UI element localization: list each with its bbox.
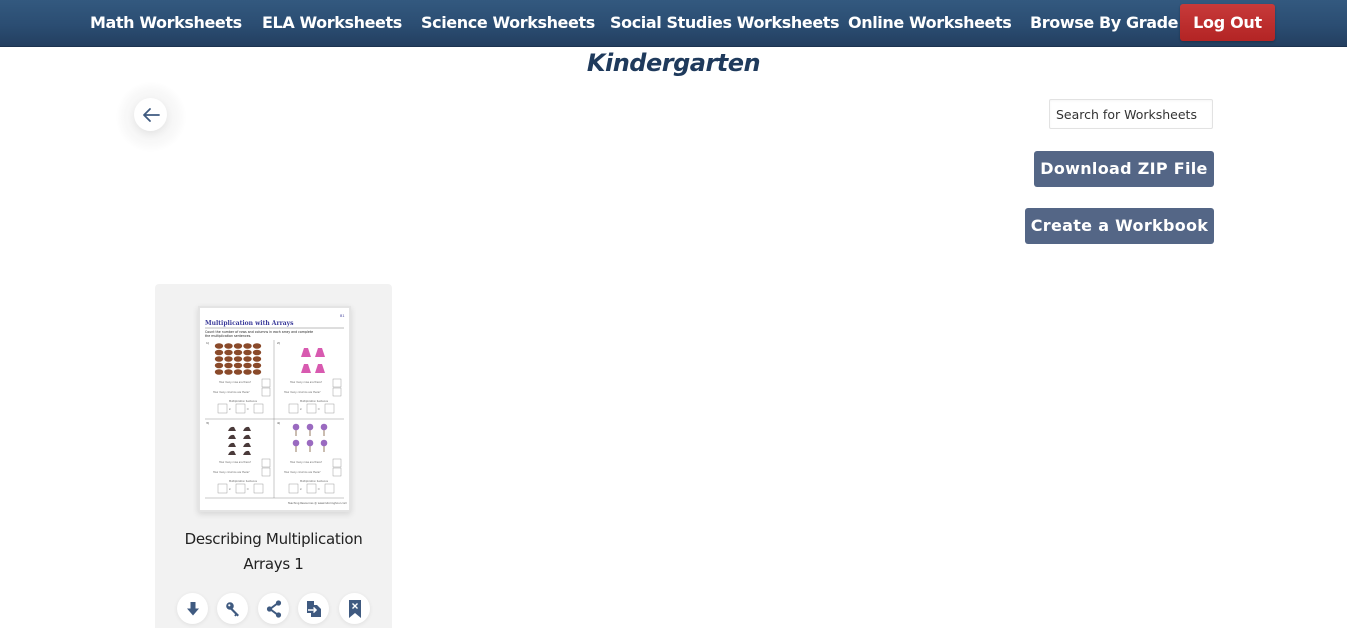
nav-math-worksheets[interactable]: Math Worksheets (90, 0, 242, 47)
nav-social-studies-worksheets[interactable]: Social Studies Worksheets (610, 0, 840, 47)
array-item (233, 343, 243, 349)
worksheet-title[interactable]: Describing Multiplication Arrays 1 (155, 527, 392, 577)
nav-online-worksheets[interactable]: Online Worksheets (848, 0, 1012, 47)
logout-button[interactable]: Log Out (1180, 4, 1275, 41)
array-item (233, 356, 243, 362)
worksheet-actions (177, 593, 377, 625)
download-zip-button[interactable]: Download ZIP File (1034, 151, 1214, 187)
array-item (214, 369, 224, 375)
array-item (243, 349, 252, 356)
sentence-label: Multiplication Sentence (229, 480, 258, 483)
problem-number: 3) (206, 421, 209, 425)
create-workbook-button[interactable]: Create a Workbook (1025, 208, 1214, 244)
array-item (306, 439, 314, 447)
sentence-label: Multiplication Sentence (300, 400, 329, 403)
problem-number: 4) (277, 421, 280, 425)
download-arrow-icon (186, 601, 199, 615)
sentence-label: Multiplication Sentence (229, 400, 258, 403)
sentence-label: Multiplication Sentence (300, 480, 329, 483)
array-item (320, 439, 328, 447)
array-item (224, 356, 233, 362)
rows-question: How many rows are there? (290, 461, 323, 464)
svg-text:B1: B1 (340, 314, 345, 318)
problem-number: 1) (206, 341, 209, 345)
key-icon (225, 601, 239, 616)
columns-question: How many columns are there? (213, 471, 250, 474)
assign-button[interactable] (298, 593, 329, 624)
array-item (243, 356, 252, 362)
columns-question: How many columns are there? (213, 391, 250, 394)
array-item (252, 343, 262, 349)
columns-question: How many columns are there? (284, 391, 321, 394)
file-export-icon (306, 600, 321, 617)
array-item (214, 343, 224, 349)
download-button[interactable] (177, 593, 208, 624)
nav-ela-worksheets[interactable]: ELA Worksheets (262, 0, 402, 47)
array-item (224, 369, 233, 375)
rows-question: How many rows are there? (290, 381, 323, 384)
array-item (214, 349, 224, 356)
back-button[interactable] (134, 98, 167, 131)
worksheet-card: B1 Multiplication with Arrays Count the … (155, 284, 392, 628)
array-item (252, 362, 262, 369)
page-title: Kindergarten (586, 49, 761, 77)
array-item (243, 369, 252, 375)
array-item (292, 423, 300, 431)
thumb-heading: Multiplication with Arrays (205, 320, 294, 327)
bookmark-remove-icon (348, 599, 361, 618)
nav-browse-by-grade[interactable]: Browse By Grade (1030, 0, 1179, 47)
array-item (252, 356, 262, 362)
array-item (243, 343, 252, 349)
answer-key-button[interactable] (217, 593, 248, 624)
rows-question: How many rows are there? (219, 461, 252, 464)
rows-question: How many rows are there? (219, 381, 252, 384)
columns-question: How many columns are there? (284, 471, 321, 474)
worksheet-title-line-1: Describing Multiplication (184, 530, 363, 548)
array-item (233, 349, 243, 356)
array-item (233, 362, 243, 369)
array-item (252, 369, 262, 375)
arrow-left-icon (142, 107, 160, 122)
array-item (320, 423, 328, 431)
array-item (224, 349, 233, 356)
svg-text:the multiplication sentences.: the multiplication sentences. (205, 334, 251, 338)
share-icon (266, 599, 281, 618)
problem-number: 2) (277, 341, 280, 345)
nav-science-worksheets[interactable]: Science Worksheets (421, 0, 595, 47)
top-navbar: Math Worksheets ELA Worksheets Science W… (0, 0, 1347, 47)
array-item (224, 343, 233, 349)
worksheet-title-line-2: Arrays 1 (243, 555, 304, 573)
bookmark-button[interactable] (339, 593, 370, 624)
array-item (243, 362, 252, 369)
share-button[interactable] (258, 593, 289, 624)
worksheet-thumbnail[interactable]: B1 Multiplication with Arrays Count the … (198, 306, 351, 512)
array-item (214, 356, 224, 362)
worksheet-preview-image: B1 Multiplication with Arrays Count the … (200, 308, 349, 510)
array-item (233, 369, 243, 375)
array-item (224, 362, 233, 369)
array-item (252, 349, 262, 356)
array-item (306, 423, 314, 431)
array-item (214, 362, 224, 369)
svg-text:Teaching Resources @ www.tutor: Teaching Resources @ www.tutoringhour.co… (288, 501, 348, 505)
array-item (292, 439, 300, 447)
search-worksheets-input[interactable] (1049, 99, 1213, 129)
